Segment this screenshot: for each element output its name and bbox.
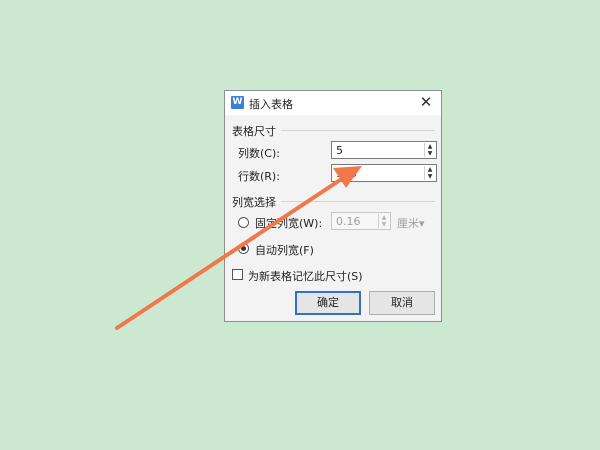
dialog-title: 插入表格 — [249, 98, 293, 111]
table-size-divider — [281, 130, 435, 131]
spin-up-icon[interactable]: ▲ — [425, 166, 435, 173]
dialog-titlebar: W 插入表格 ✕ — [225, 91, 441, 115]
column-width-group-title: 列宽选择 — [232, 196, 276, 209]
insert-table-dialog: W 插入表格 ✕ 表格尺寸 列数(C): 5 ▲ ▼ 行数(R): 100 ▲ … — [224, 90, 442, 322]
spin-down-icon[interactable]: ▼ — [425, 173, 435, 180]
radio-selected-dot — [241, 246, 246, 251]
fixed-width-spin-buttons: ▲ ▼ — [378, 214, 389, 228]
remember-size-checkbox[interactable] — [232, 269, 243, 280]
fixed-width-label: 固定列宽(W): — [255, 217, 323, 230]
rows-stepper[interactable]: 100 ▲ ▼ — [331, 164, 437, 182]
rows-label: 行数(R): — [238, 170, 280, 183]
rows-spin-buttons: ▲ ▼ — [424, 166, 435, 180]
remember-size-label: 为新表格记忆此尺寸(S) — [248, 270, 363, 283]
auto-width-label: 自动列宽(F) — [255, 244, 314, 257]
spin-up-icon[interactable]: ▲ — [425, 143, 435, 150]
spin-up-icon[interactable]: ▲ — [379, 214, 389, 221]
columns-stepper[interactable]: 5 ▲ ▼ — [331, 141, 437, 159]
ok-button[interactable]: 确定 — [295, 291, 361, 315]
columns-value[interactable]: 5 — [336, 144, 343, 157]
spin-down-icon[interactable]: ▼ — [379, 221, 389, 228]
fixed-width-radio[interactable] — [238, 217, 249, 228]
fixed-width-stepper[interactable]: 0.16 ▲ ▼ — [331, 212, 391, 230]
rows-value[interactable]: 100 — [336, 167, 357, 180]
cancel-button[interactable]: 取消 — [369, 291, 435, 315]
wps-writer-icon: W — [231, 96, 244, 109]
width-unit-select[interactable]: 厘米▾ — [397, 215, 425, 231]
columns-label: 列数(C): — [238, 147, 280, 160]
spin-down-icon[interactable]: ▼ — [425, 150, 435, 157]
auto-width-radio[interactable] — [238, 243, 249, 254]
column-width-divider — [281, 201, 435, 202]
fixed-width-value: 0.16 — [336, 215, 361, 228]
close-icon[interactable]: ✕ — [417, 93, 435, 111]
columns-spin-buttons: ▲ ▼ — [424, 143, 435, 157]
table-size-group-title: 表格尺寸 — [232, 125, 276, 138]
